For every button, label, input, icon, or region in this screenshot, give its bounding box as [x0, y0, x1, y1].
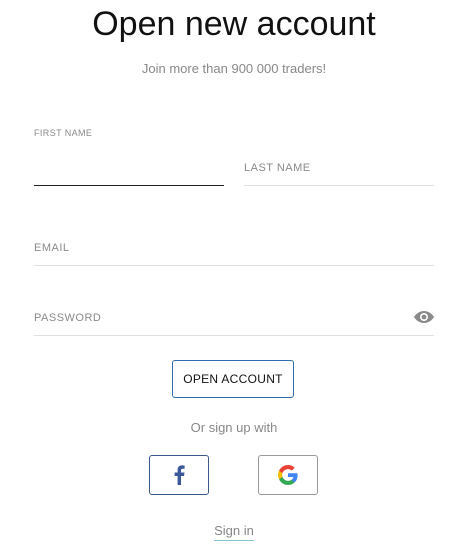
open-account-button[interactable]: OPEN ACCOUNT: [172, 360, 294, 398]
sign-in-row: Sign in: [0, 522, 468, 541]
eye-icon[interactable]: [413, 309, 435, 325]
email-label: EMAIL: [34, 242, 70, 254]
first-name-field[interactable]: FIRST NAME: [34, 125, 224, 189]
password-underline: [34, 335, 434, 336]
last-name-label: LAST NAME: [244, 162, 311, 174]
email-field[interactable]: EMAIL: [34, 205, 434, 269]
or-sign-up-text: Or sign up with: [190, 420, 278, 435]
page-subtitle: Join more than 900 000 traders!: [141, 61, 327, 76]
first-name-label: FIRST NAME: [34, 128, 93, 138]
email-underline: [34, 265, 434, 266]
sign-in-link[interactable]: Sign in: [214, 523, 254, 541]
google-signup-button[interactable]: [258, 455, 318, 495]
last-name-field[interactable]: LAST NAME: [244, 125, 434, 189]
password-label: PASSWORD: [34, 312, 102, 324]
first-name-underline: [34, 185, 224, 186]
password-field[interactable]: PASSWORD: [34, 275, 434, 339]
facebook-icon: [174, 465, 185, 485]
last-name-underline: [244, 185, 434, 186]
page-title: Open new account: [92, 5, 376, 43]
google-icon: [278, 465, 298, 485]
facebook-signup-button[interactable]: [149, 455, 209, 495]
